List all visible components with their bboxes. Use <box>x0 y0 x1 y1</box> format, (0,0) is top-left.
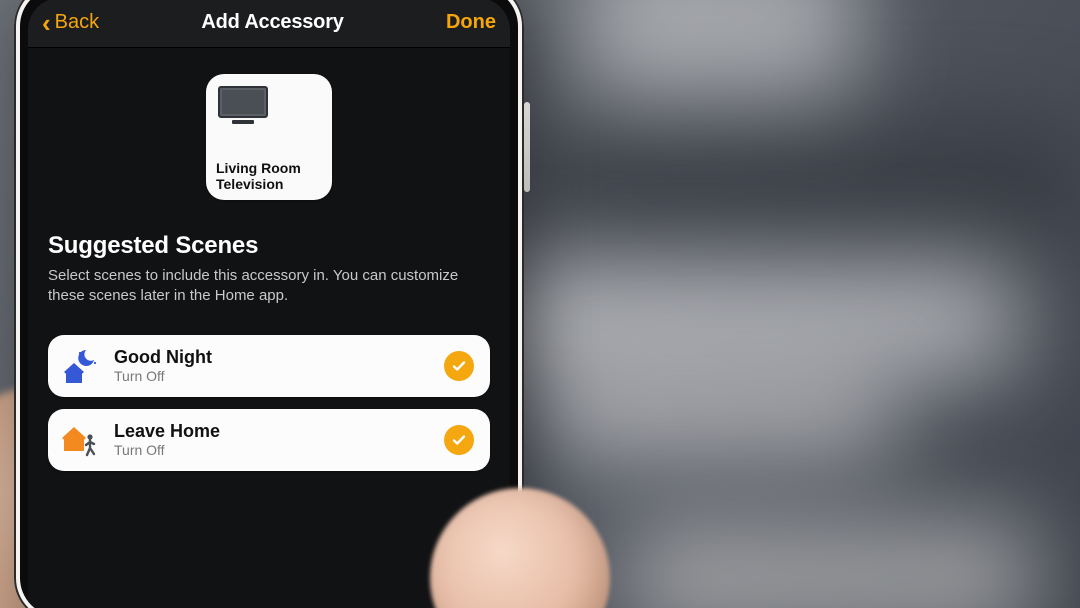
scene-list: Good Night Turn Off <box>48 335 490 471</box>
scene-text: Leave Home Turn Off <box>114 421 430 458</box>
stage: ‹ Back Add Accessory Done <box>0 0 1080 608</box>
nav-title: Add Accessory <box>201 11 343 34</box>
chevron-left-icon: ‹ <box>42 10 51 36</box>
done-button[interactable]: Done <box>446 11 496 34</box>
background-blur <box>540 370 900 460</box>
checkmark-icon[interactable] <box>444 425 474 455</box>
background-blur <box>500 260 1020 380</box>
accessory-name: Living Room Television <box>216 160 322 192</box>
phone-side-button <box>524 102 530 192</box>
moon-house-icon <box>60 346 100 386</box>
phone-bezel: ‹ Back Add Accessory Done <box>20 0 518 608</box>
background-blur <box>620 518 1040 608</box>
tv-icon <box>216 84 322 142</box>
accessory-tile[interactable]: Living Room Television <box>206 74 332 200</box>
scene-row-leave-home[interactable]: Leave Home Turn Off <box>48 409 490 471</box>
background-blur <box>520 120 1080 260</box>
phone-frame: ‹ Back Add Accessory Done <box>14 0 524 608</box>
scene-action: Turn Off <box>114 442 430 458</box>
scene-name: Good Night <box>114 347 430 368</box>
content: Living Room Television Suggested Scenes … <box>28 48 510 471</box>
background-blur <box>580 0 860 100</box>
back-label: Back <box>55 11 99 34</box>
scene-name: Leave Home <box>114 421 430 442</box>
screen: ‹ Back Add Accessory Done <box>28 0 510 608</box>
scene-text: Good Night Turn Off <box>114 347 430 384</box>
navbar: ‹ Back Add Accessory Done <box>28 0 510 48</box>
section-subtitle: Select scenes to include this accessory … <box>48 266 490 307</box>
checkmark-icon[interactable] <box>444 351 474 381</box>
back-button[interactable]: ‹ Back <box>42 10 99 36</box>
section-title: Suggested Scenes <box>48 232 490 260</box>
scene-action: Turn Off <box>114 368 430 384</box>
leave-home-icon <box>60 420 100 460</box>
scene-row-good-night[interactable]: Good Night Turn Off <box>48 335 490 397</box>
